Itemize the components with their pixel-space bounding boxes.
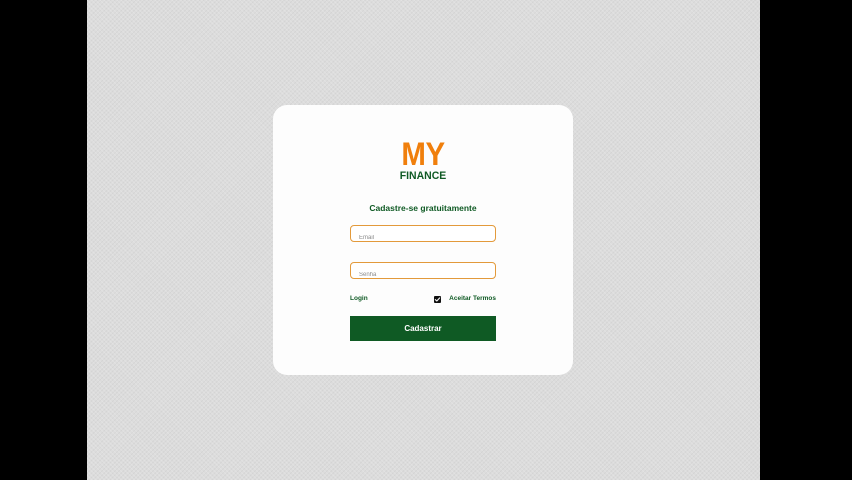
logo-my: MY [401, 136, 445, 172]
logo-finance: FINANCE [399, 170, 447, 182]
login-link[interactable]: Login [350, 294, 368, 304]
form-subtitle: Cadastre-se gratuitamente [369, 203, 477, 213]
password-input[interactable] [351, 267, 493, 283]
email-input[interactable] [351, 230, 493, 246]
signup-card: MY FINANCE Cadastre-se gratuitamente Log… [273, 105, 573, 375]
accept-terms[interactable]: Aceitar Termos [434, 294, 496, 304]
form-options-row: Login Aceitar Termos [350, 294, 496, 304]
terms-label[interactable]: Aceitar Termos [449, 294, 496, 304]
checkmark-icon [434, 296, 441, 302]
email-field[interactable] [350, 225, 496, 246]
terms-checkbox[interactable] [434, 295, 442, 303]
password-field[interactable] [350, 262, 496, 283]
register-button[interactable]: Cadastrar [350, 316, 496, 341]
page-background: MY FINANCE Cadastre-se gratuitamente Log… [87, 0, 760, 480]
